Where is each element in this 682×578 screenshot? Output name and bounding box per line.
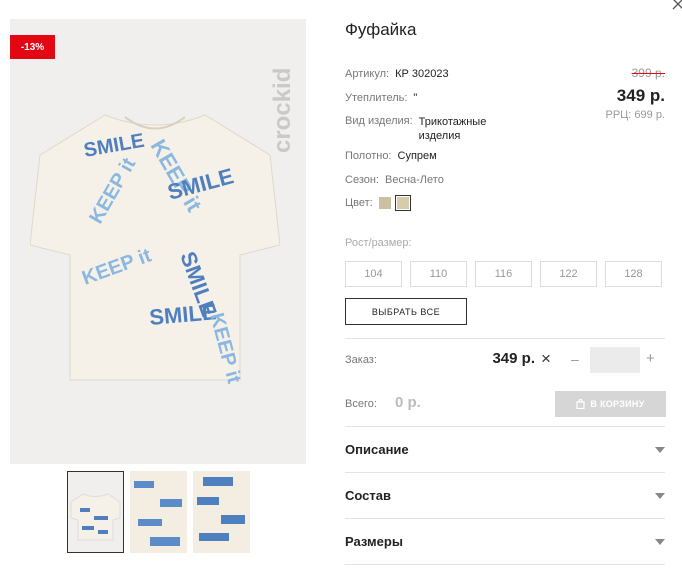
filler-value: " (413, 92, 418, 104)
fabric-value: Супрем (397, 150, 437, 162)
type-value: Трикотажные изделия (418, 116, 487, 142)
article-row: Артикул: КР 302023 (345, 68, 449, 80)
color-swatch-beige[interactable] (378, 197, 391, 209)
old-price: 399 р. (631, 66, 665, 80)
total-label: Всего: (345, 398, 377, 410)
thumbnail-2[interactable] (130, 471, 187, 553)
multiply-icon: × (541, 349, 551, 368)
divider (345, 426, 665, 427)
size-128-button[interactable]: 128 (605, 261, 662, 287)
quantity-input[interactable] (590, 347, 640, 373)
color-swatch-cream-selected[interactable] (394, 195, 411, 211)
product-title: Фуфайка (345, 20, 417, 39)
season-label: Сезон: (345, 174, 379, 186)
filler-row: Утеплитель: " (345, 92, 417, 104)
chevron-down-icon[interactable] (655, 539, 665, 545)
chevron-down-icon[interactable] (655, 447, 665, 453)
season-value: Весна-Лето (385, 174, 444, 186)
size-label: Рост/размер: (345, 237, 412, 249)
divider (345, 518, 665, 519)
current-price: 349 р. (616, 86, 665, 105)
select-all-button[interactable]: ВЫБРАТЬ ВСЕ (345, 298, 467, 325)
order-price: 349 р. (492, 350, 535, 367)
accordion-description[interactable]: Описание (345, 442, 409, 457)
thumbnail-1[interactable] (67, 471, 124, 553)
filler-label: Утеплитель: (345, 92, 408, 104)
accordion-sizes[interactable]: Размеры (345, 534, 403, 549)
quantity-minus-button[interactable]: – (571, 351, 579, 367)
fabric-label: Полотно: (345, 150, 392, 162)
article-value: КР 302023 (395, 68, 449, 80)
discount-badge: -13% (10, 35, 55, 59)
quantity-plus-button[interactable]: + (646, 350, 655, 367)
close-icon[interactable] (672, 0, 682, 10)
size-122-button[interactable]: 122 (540, 261, 597, 287)
chevron-down-icon[interactable] (655, 493, 665, 499)
fabric-row: Полотно: Супрем (345, 150, 437, 162)
add-to-cart-label: В КОРЗИНУ (590, 399, 645, 409)
order-label: Заказ: (345, 354, 377, 366)
accordion-composition[interactable]: Состав (345, 488, 391, 503)
thumbnail-3[interactable] (193, 471, 250, 553)
article-label: Артикул: (345, 68, 390, 80)
divider (345, 338, 665, 339)
bag-icon (576, 399, 585, 409)
tshirt-image: SMILE KEEP itSMILEKEEP itSMILEKEEP itSMIL… (30, 114, 280, 385)
size-104-button[interactable]: 104 (345, 261, 402, 287)
size-110-button[interactable]: 110 (410, 261, 467, 287)
season-row: Сезон: Весна-Лето (345, 174, 444, 186)
color-row: Цвет: (345, 195, 411, 211)
type-label: Вид изделия: (345, 115, 413, 127)
color-label: Цвет: (345, 197, 373, 209)
rrp-price: РРЦ: 699 р. (605, 109, 665, 121)
divider (345, 564, 665, 565)
total-value: 0 р. (395, 394, 421, 411)
size-116-button[interactable]: 116 (475, 261, 532, 287)
add-to-cart-button[interactable]: В КОРЗИНУ (555, 391, 666, 417)
type-row: Вид изделия: Трикотажные изделия (345, 115, 486, 143)
divider (345, 472, 665, 473)
